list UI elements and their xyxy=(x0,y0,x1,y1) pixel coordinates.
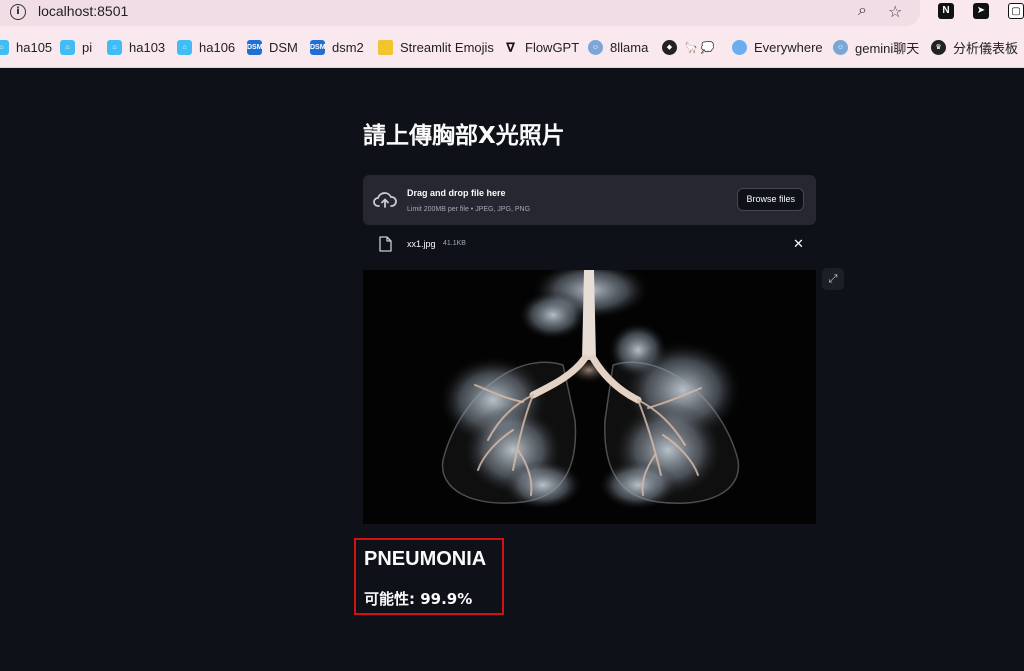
notion-extension-icon[interactable]: N xyxy=(938,3,954,19)
bookmark-ha106[interactable]: ⌂ ha106 xyxy=(177,36,235,58)
telegram-extension-icon[interactable]: ➤ xyxy=(973,3,989,19)
bookmark-flowgpt[interactable]: ∇ FlowGPT xyxy=(503,36,579,58)
remove-file-close-icon[interactable]: ✕ xyxy=(793,236,804,252)
cloud-upload-icon xyxy=(373,192,397,208)
robot-icon: ☺ xyxy=(588,39,603,55)
bookmark-ha105[interactable]: ⌂ ha105 xyxy=(0,36,52,58)
prediction-label: PNEUMONIA xyxy=(364,548,487,570)
bookmark-8llama[interactable]: ☺ 8llama xyxy=(588,36,648,58)
fullscreen-expand-icon[interactable]: ⤢ xyxy=(822,268,844,290)
chest-xray-image xyxy=(363,270,816,524)
home-assistant-icon: ⌂ xyxy=(0,39,9,55)
lungs-illustration xyxy=(363,270,816,524)
bookmark-dsm[interactable]: DSM DSM xyxy=(247,36,298,58)
bookmark-star-icon[interactable]: ☆ xyxy=(888,2,902,22)
home-assistant-icon: ⌂ xyxy=(107,39,122,55)
flowgpt-icon: ∇ xyxy=(505,39,516,55)
dashboard-icon: ♛ xyxy=(931,39,946,55)
bookmark-ha103[interactable]: ⌂ ha103 xyxy=(107,36,165,58)
url-text[interactable]: localhost:8501 xyxy=(38,3,128,19)
file-size: 41.1KB xyxy=(443,240,466,247)
prediction-result-box: PNEUMONIA 可能性: 99.9% xyxy=(354,538,504,615)
file-name: xx1.jpg xyxy=(407,239,436,249)
bookmark-everywhere[interactable]: Everywhere xyxy=(732,36,823,58)
file-uploader-dropzone[interactable]: Drag and drop file here Limit 200MB per … xyxy=(363,175,816,225)
dsm-icon: DSM xyxy=(247,39,263,55)
drop-instructions: Drag and drop file here xyxy=(407,188,506,198)
dsm-icon: DSM xyxy=(310,39,326,55)
bookmarks-bar: ⌂ ha105 ⌂ pi ⌂ ha103 ⌂ ha106 DSM DSM DSM dsm2 … xyxy=(0,36,1024,58)
bookmark-llama[interactable]: ◆ 🦙 💭 xyxy=(662,36,714,58)
llama-emoji-icon: 🦙 💭 xyxy=(684,41,715,54)
zoom-icon[interactable]: ⌕ xyxy=(858,2,867,20)
folder-icon xyxy=(378,39,393,55)
home-assistant-icon: ⌂ xyxy=(177,39,192,55)
page-title: 請上傳胸部X光照片 xyxy=(363,123,565,149)
uploaded-file-row: xx1.jpg 41.1KB ✕ xyxy=(363,232,816,258)
bookmark-dsm2[interactable]: DSM dsm2 xyxy=(310,36,364,58)
llama-icon: ◆ xyxy=(662,39,677,55)
bookmark-dashboard[interactable]: ♛ 分析儀表板 xyxy=(931,36,1018,58)
bookmark-gemini[interactable]: ☺ gemini聊天 xyxy=(833,36,919,58)
extension-icon[interactable]: ▢ xyxy=(1008,3,1024,19)
file-icon xyxy=(379,236,392,252)
file-limit-text: Limit 200MB per file • JPEG, JPG, PNG xyxy=(407,206,531,213)
browser-toolbar: i localhost:8501 ⌕ ☆ N ➤ ▢ ⌂ ha105 ⌂ pi ⌂ h… xyxy=(0,0,1024,68)
home-assistant-icon: ⌂ xyxy=(60,39,75,55)
bookmark-streamlit-emojis[interactable]: Streamlit Emojis xyxy=(378,36,494,58)
address-bar[interactable]: i localhost:8501 ⌕ ☆ xyxy=(0,0,920,26)
prediction-probability: 可能性: 99.9% xyxy=(364,590,473,608)
browse-files-button[interactable]: Browse files xyxy=(737,188,804,211)
site-info-icon[interactable]: i xyxy=(10,4,26,20)
robot-icon: ☺ xyxy=(833,39,848,55)
bookmark-pi[interactable]: ⌂ pi xyxy=(60,36,92,58)
chat-bubble-icon xyxy=(732,39,747,55)
